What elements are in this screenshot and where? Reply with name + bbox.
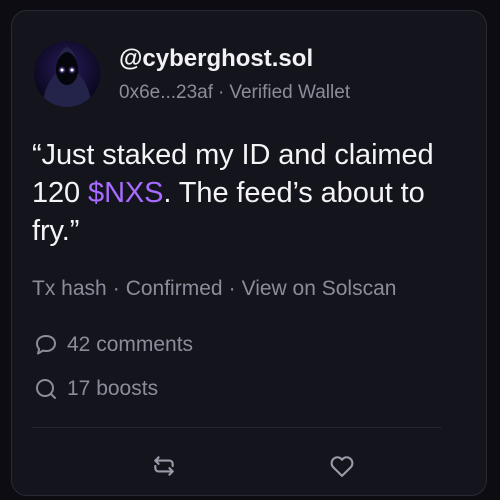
comment-bubble-icon (34, 333, 58, 357)
post-body: “Just staked my ID and claimed 120 $NXS.… (32, 136, 472, 250)
transaction-info: Tx hash · Confirmed · View on Solscan (32, 277, 396, 301)
tx-hash-link[interactable]: Tx hash (32, 277, 107, 300)
search-loop-icon (34, 377, 58, 401)
post-card: @cyberghost.sol 0x6e...23af · Verified Wal… (11, 10, 487, 496)
avatar[interactable] (34, 41, 100, 107)
comments-count: 42 comments (67, 333, 194, 356)
tx-status: Confirmed (125, 277, 223, 300)
like-button[interactable] (327, 451, 357, 481)
meta-separator: · (218, 82, 225, 103)
tx-separator: · (112, 277, 120, 300)
boosts-stat[interactable]: 17 boosts (34, 377, 158, 401)
author-handle[interactable]: @cyberghost.sol (119, 45, 313, 73)
wallet-address: 0x6e...23af (119, 82, 214, 103)
repost-icon (154, 456, 174, 476)
verified-wallet-label: Verified Wallet (229, 82, 351, 103)
tx-separator: · (228, 277, 236, 300)
divider (32, 427, 442, 428)
hooded-figure-avatar-icon (34, 41, 100, 107)
comments-stat[interactable]: 42 comments (34, 333, 193, 357)
repost-button[interactable] (149, 451, 179, 481)
author-meta: 0x6e...23af · Verified Wallet (119, 82, 350, 104)
boosts-count: 17 boosts (67, 377, 159, 400)
heart-icon (330, 456, 354, 477)
view-on-solscan-link[interactable]: View on Solscan (242, 277, 397, 300)
token-ticker-link[interactable]: $NXS (88, 177, 163, 209)
